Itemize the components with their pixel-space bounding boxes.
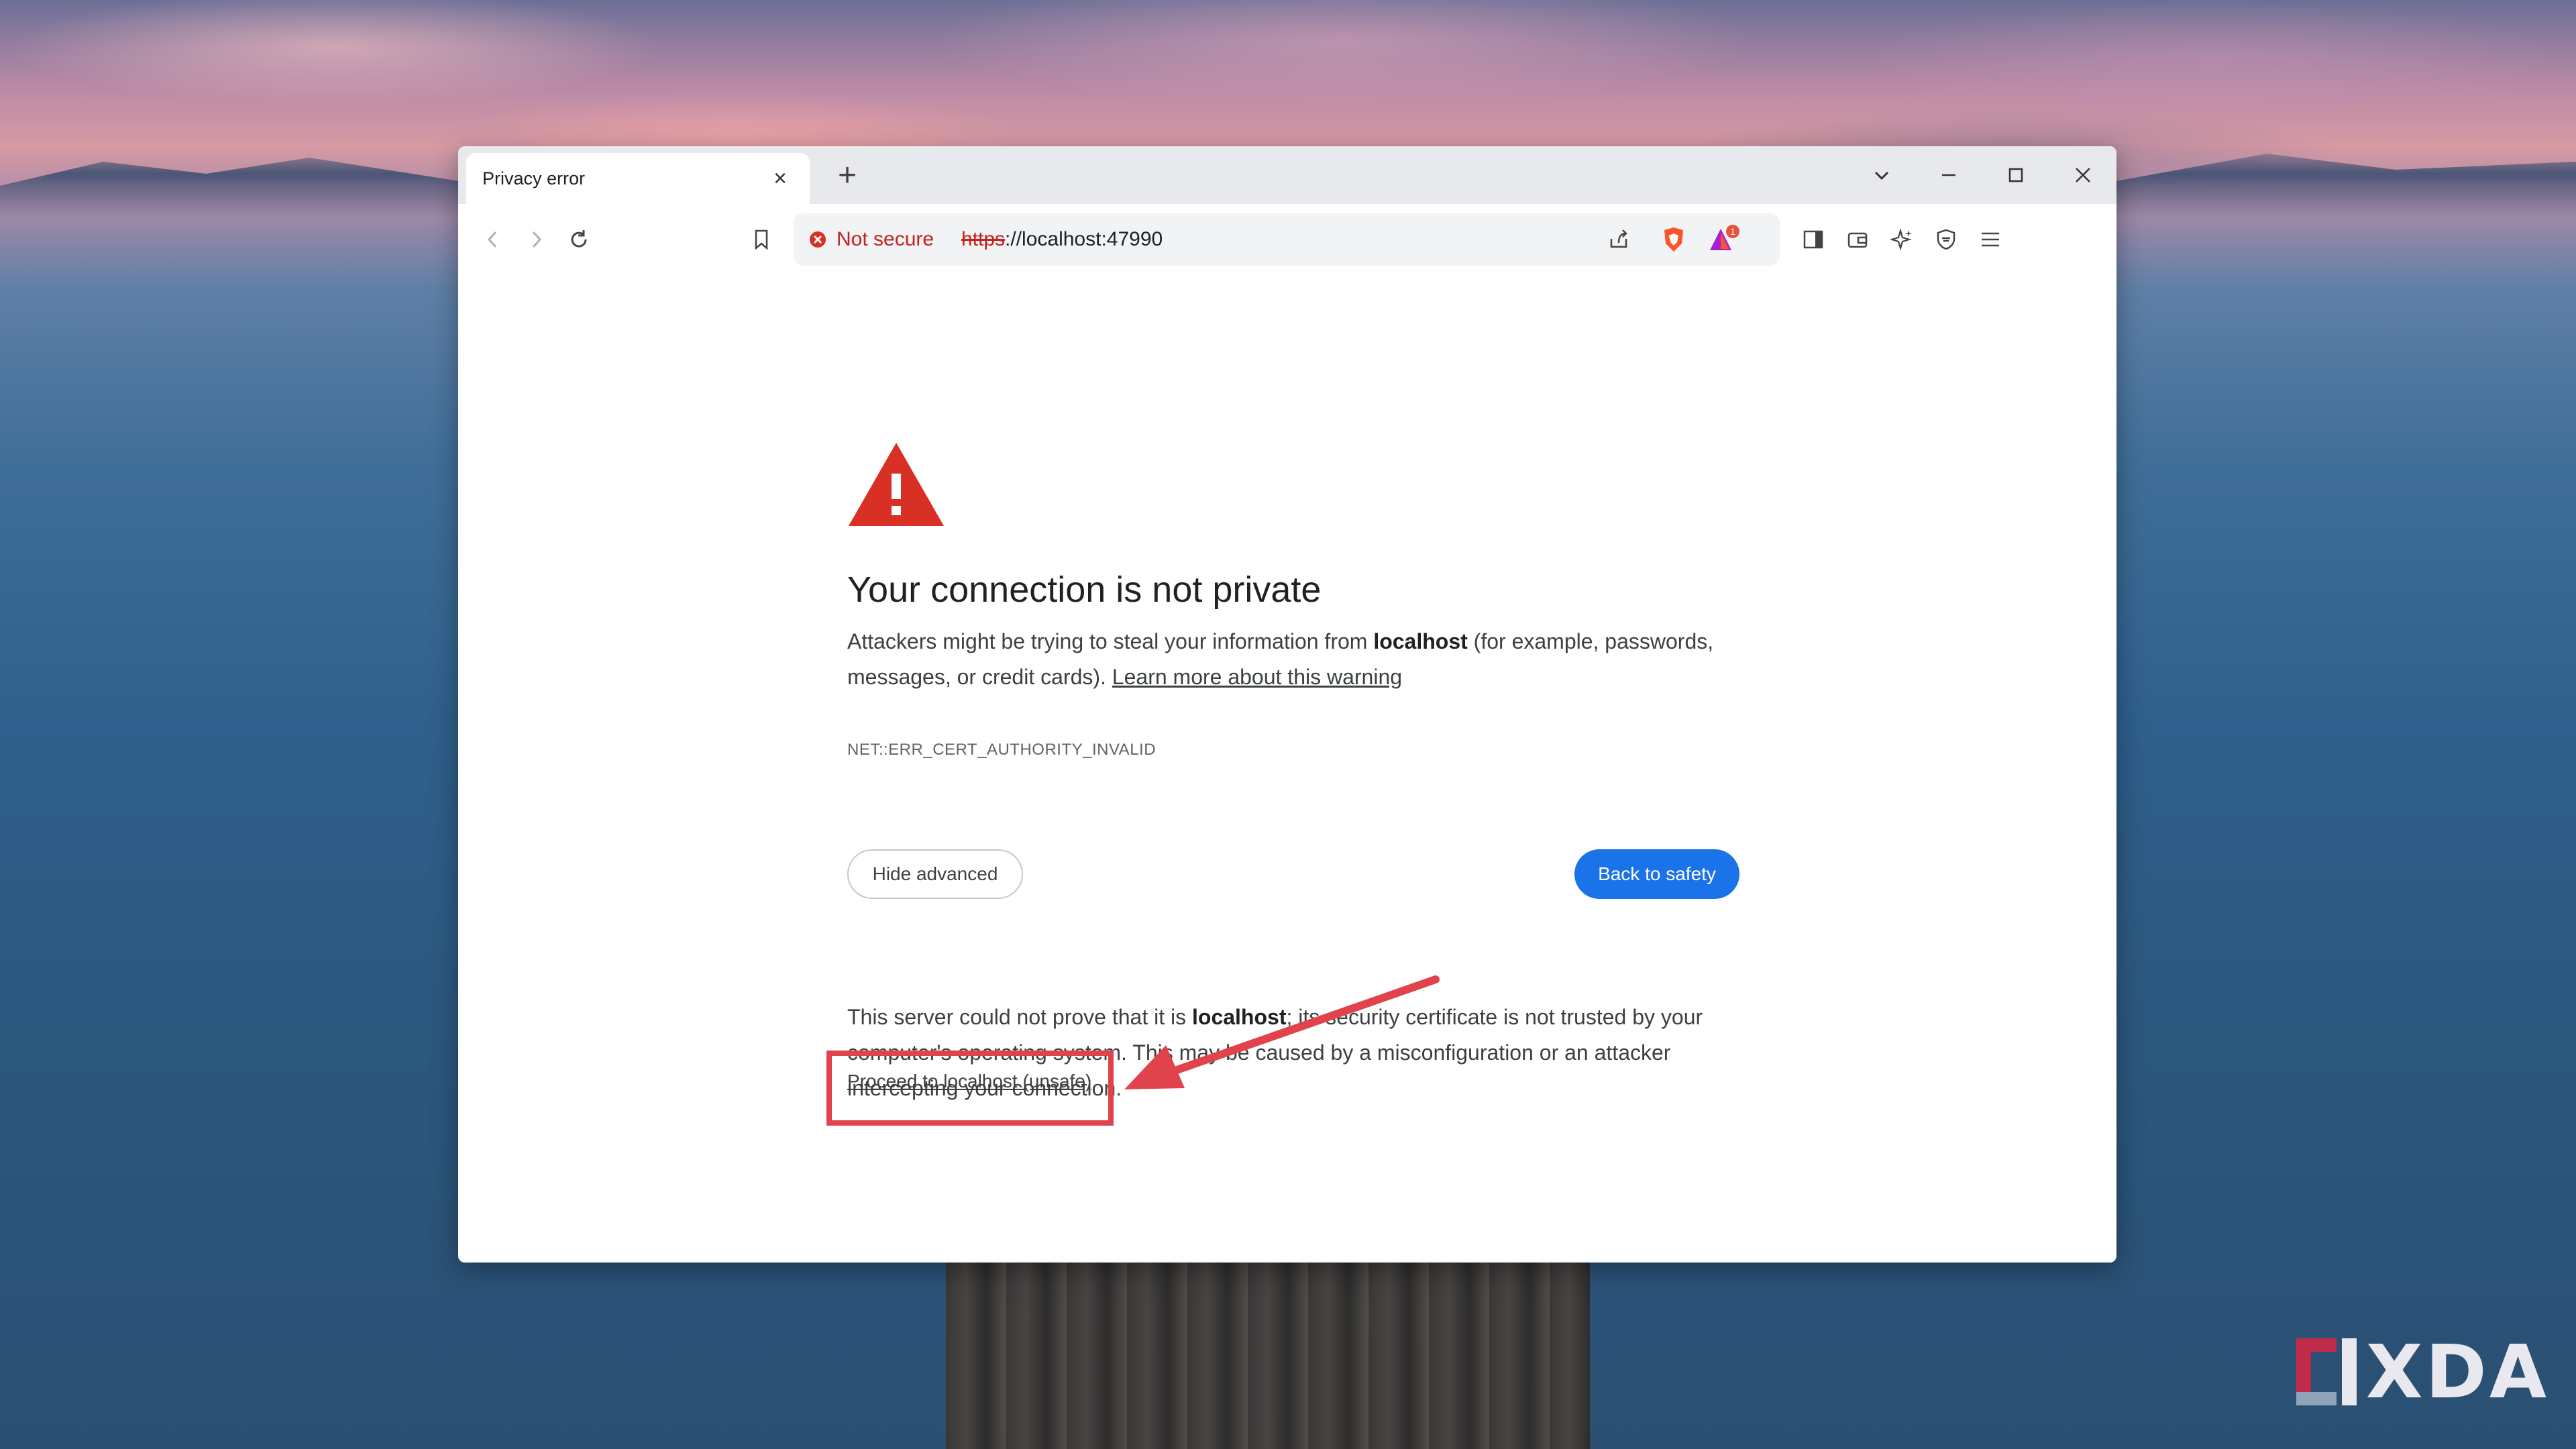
sidebar-icon[interactable] xyxy=(1793,219,1833,260)
xda-watermark: XDA xyxy=(2296,1329,2549,1415)
wallet-icon[interactable] xyxy=(1837,219,1878,260)
minimize-icon[interactable] xyxy=(1915,146,1982,204)
tab-close-icon[interactable]: × xyxy=(767,166,794,192)
error-code: NET::ERR_CERT_AUTHORITY_INVALID xyxy=(847,741,1157,759)
wooden-pier xyxy=(946,1261,1590,1449)
not-secure-icon xyxy=(810,231,826,248)
forward-icon[interactable] xyxy=(516,219,556,260)
menu-icon[interactable] xyxy=(1970,219,2010,260)
share-icon[interactable] xyxy=(1599,219,1639,260)
annotation-arrow xyxy=(1124,975,1440,1089)
page-title: Your connection is not private xyxy=(847,570,1322,610)
not-secure-label: Not secure xyxy=(837,228,934,250)
bookmark-icon[interactable] xyxy=(741,219,782,260)
brave-rewards-icon[interactable]: 1 xyxy=(1705,219,1745,260)
tab-privacy-error[interactable]: Privacy error × xyxy=(466,153,810,204)
notification-badge: 1 xyxy=(1730,226,1735,237)
window-controls xyxy=(1848,146,2116,204)
url-text: https://localhost:47990 xyxy=(961,213,1163,266)
para1-text-a: Attackers might be trying to steal your … xyxy=(847,629,1374,653)
address-bar[interactable]: Not secure https://localhost:47990 1 xyxy=(794,213,1780,266)
vpn-icon[interactable] xyxy=(1926,219,1966,260)
close-icon[interactable] xyxy=(2049,146,2116,204)
tab-bar: Privacy error × + xyxy=(458,146,2116,204)
toolbar: Not secure https://localhost:47990 1 xyxy=(458,204,2116,276)
security-indicator[interactable]: Not secure xyxy=(808,213,934,266)
leo-ai-icon[interactable] xyxy=(1882,219,1922,260)
warning-description: Attackers might be trying to steal your … xyxy=(847,624,1739,695)
brave-shield-icon[interactable] xyxy=(1654,219,1694,260)
para1-host: localhost xyxy=(1373,629,1468,653)
maximize-icon[interactable] xyxy=(1982,146,2049,204)
new-tab-button[interactable]: + xyxy=(828,157,866,195)
back-icon[interactable] xyxy=(473,219,513,260)
back-to-safety-button[interactable]: Back to safety xyxy=(1574,849,1739,899)
url-host: ://localhost:47990 xyxy=(1005,228,1163,250)
annotation-highlight-box xyxy=(826,1051,1114,1126)
xda-logo-icon xyxy=(2296,1338,2357,1405)
learn-more-link[interactable]: Learn more about this warning xyxy=(1112,665,1402,689)
tab-search-icon[interactable] xyxy=(1848,146,1915,204)
url-scheme: https xyxy=(961,228,1006,250)
warning-icon xyxy=(849,443,944,526)
tab-title: Privacy error xyxy=(482,168,586,189)
error-page: Your connection is not private Attackers… xyxy=(458,275,2116,1263)
hide-advanced-button[interactable]: Hide advanced xyxy=(847,849,1023,899)
reload-icon[interactable] xyxy=(559,219,599,260)
xda-logo-text: XDA xyxy=(2365,1329,2549,1415)
